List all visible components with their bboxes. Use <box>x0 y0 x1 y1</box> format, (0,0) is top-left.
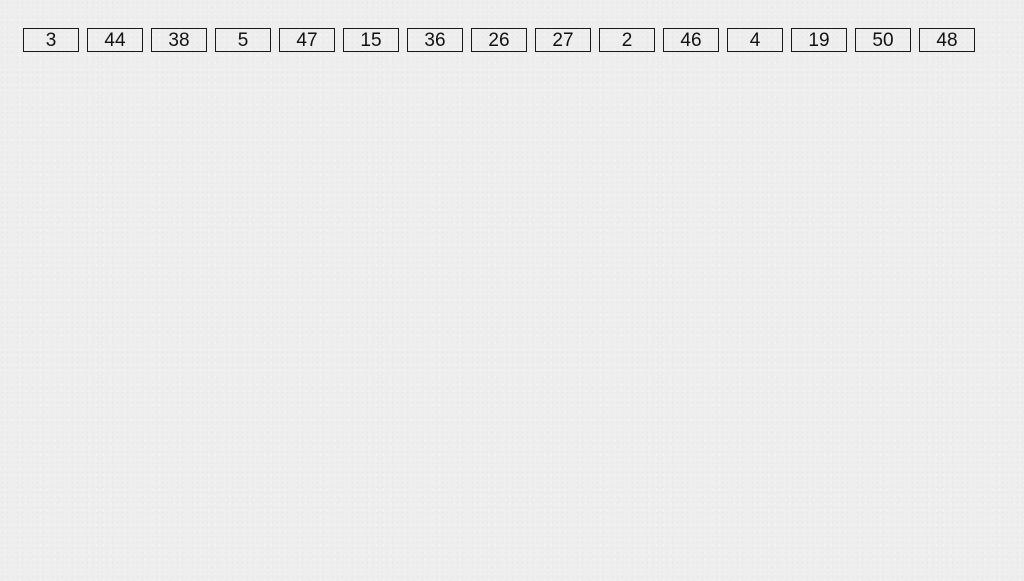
number-box-4[interactable]: 5 <box>215 28 271 52</box>
number-box-14[interactable]: 50 <box>855 28 911 52</box>
number-box-row: 3 44 38 5 47 15 36 26 27 2 46 4 19 50 48 <box>23 28 975 52</box>
number-box-5[interactable]: 47 <box>279 28 335 52</box>
number-box-6[interactable]: 15 <box>343 28 399 52</box>
number-box-9[interactable]: 27 <box>535 28 591 52</box>
number-box-7[interactable]: 36 <box>407 28 463 52</box>
number-box-11[interactable]: 46 <box>663 28 719 52</box>
number-box-3[interactable]: 38 <box>151 28 207 52</box>
number-box-13[interactable]: 19 <box>791 28 847 52</box>
number-box-2[interactable]: 44 <box>87 28 143 52</box>
number-box-1[interactable]: 3 <box>23 28 79 52</box>
number-box-12[interactable]: 4 <box>727 28 783 52</box>
number-box-15[interactable]: 48 <box>919 28 975 52</box>
number-box-10[interactable]: 2 <box>599 28 655 52</box>
number-box-8[interactable]: 26 <box>471 28 527 52</box>
